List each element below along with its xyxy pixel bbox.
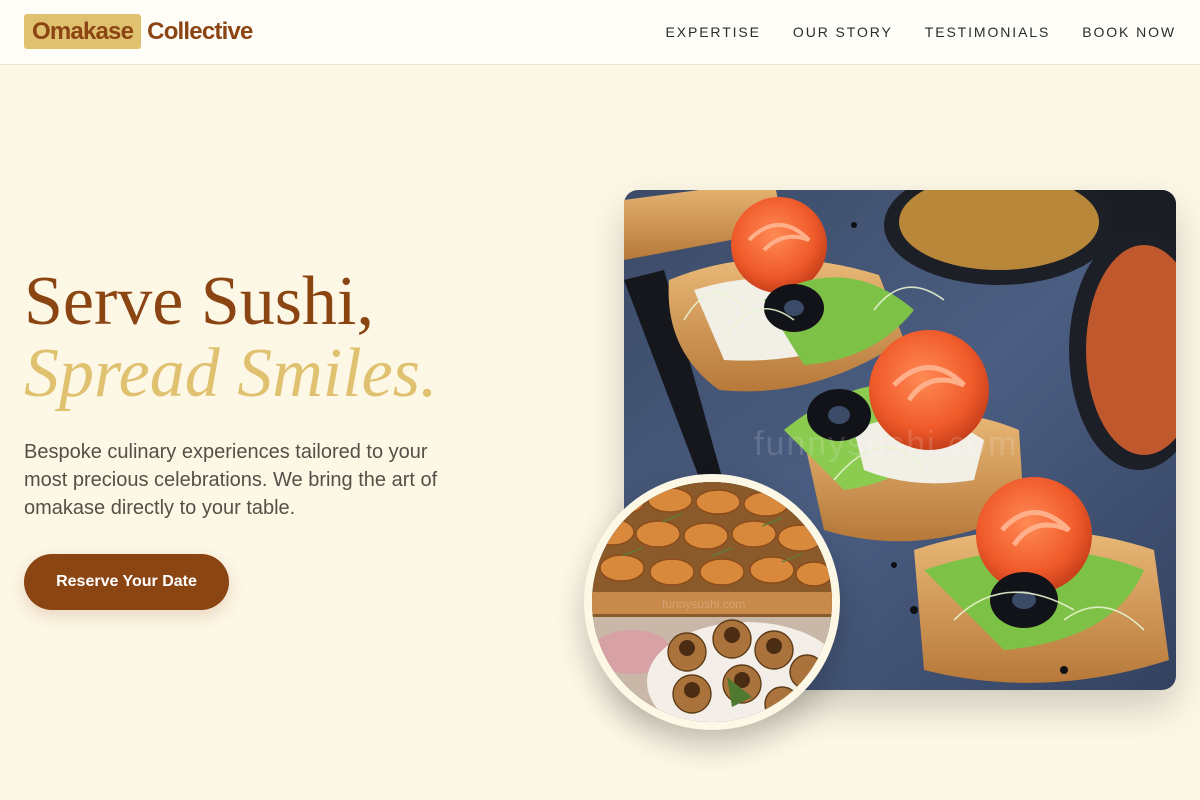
nav-link-testimonials[interactable]: TESTIMONIALS [925, 23, 1050, 41]
brand-word: Collective [147, 17, 253, 45]
hero-description: Bespoke culinary experiences tailored to… [24, 441, 438, 519]
nav-links: EXPERTISE OUR STORY TESTIMONIALS BOOK NO… [665, 23, 1176, 41]
inset-image-watermark: funnysushi.com [662, 597, 745, 611]
hero-title: Serve Sushi, Spread Smiles. [24, 266, 437, 410]
nav-link-expertise[interactable]: EXPERTISE [665, 23, 760, 41]
main-image-watermark: funnysushi.com [754, 425, 1018, 463]
reserve-date-button[interactable]: Reserve Your Date [24, 554, 229, 610]
navbar: Omakase Collective EXPERTISE OUR STORY T… [0, 0, 1200, 65]
pastry-platter-photo: funnysushi.com [592, 482, 832, 722]
hero-title-line1: Serve Sushi, [24, 263, 374, 340]
nav-link-our-story[interactable]: OUR STORY [793, 23, 893, 41]
brand-mark: Omakase [24, 14, 142, 49]
nav-link-book-now[interactable]: BOOK NOW [1082, 23, 1176, 41]
brand-logo[interactable]: Omakase Collective [24, 14, 253, 49]
hero-title-line2: Spread Smiles. [24, 335, 438, 412]
hero-inset-image: funnysushi.com [584, 474, 840, 730]
